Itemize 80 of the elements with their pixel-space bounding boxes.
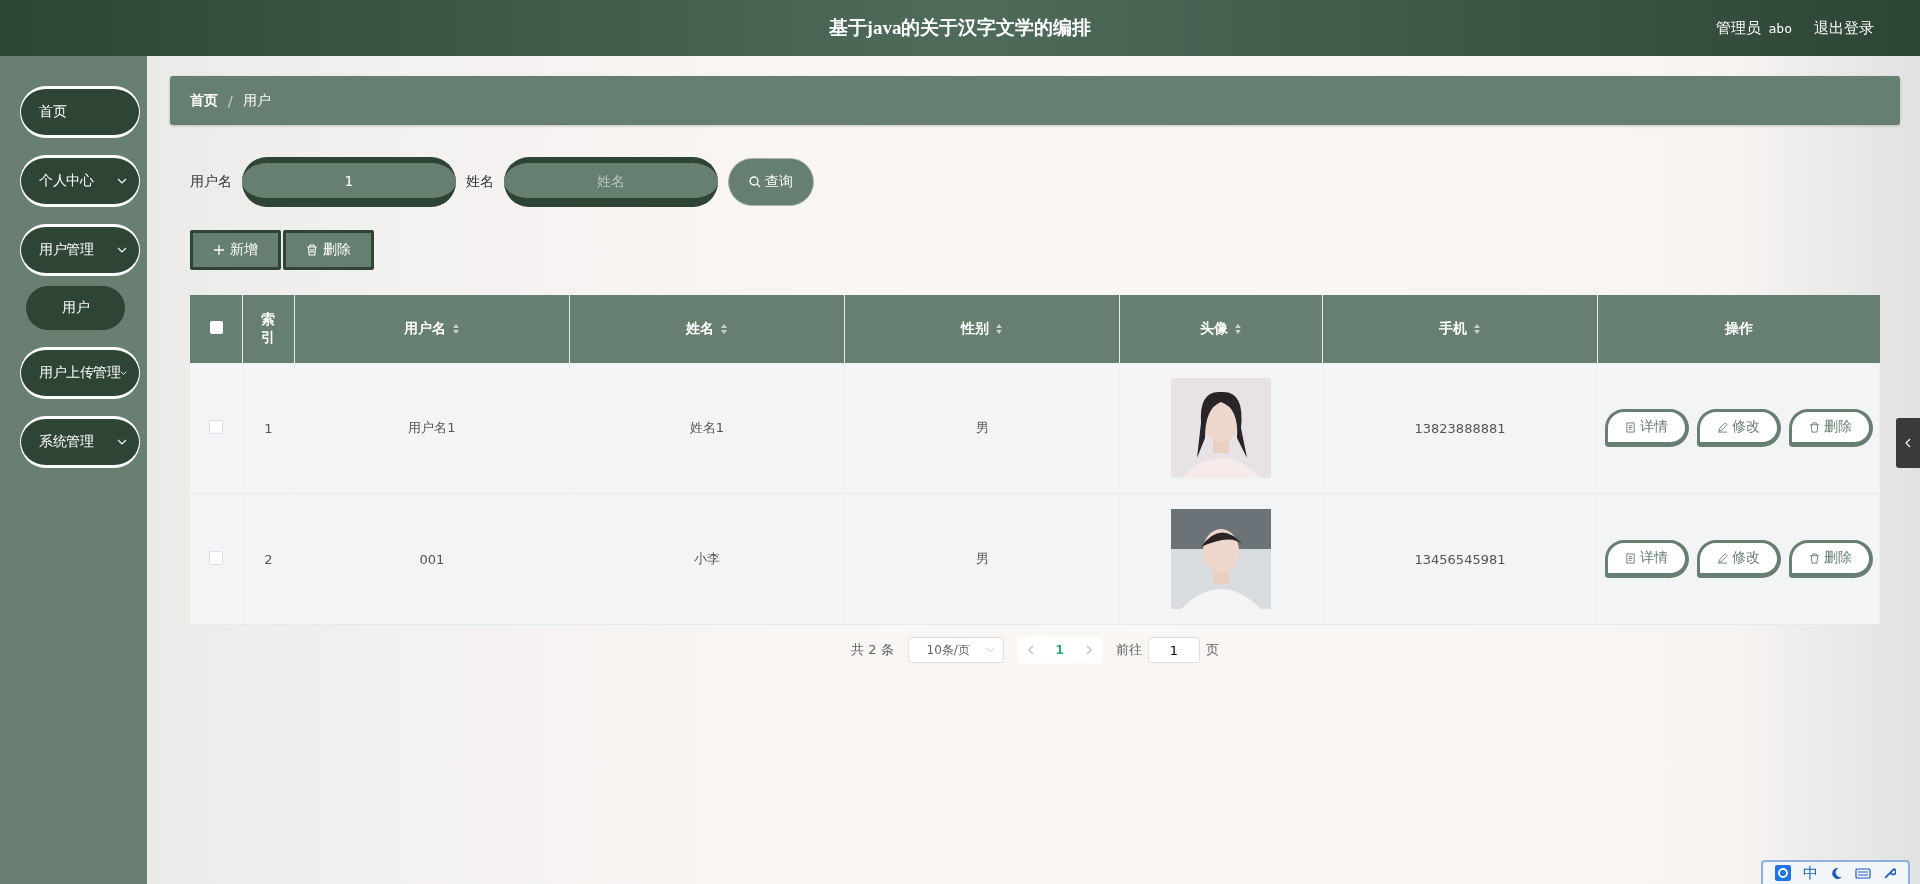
table-cell: 1 [264, 420, 273, 436]
pencil-icon [1716, 552, 1728, 564]
sidebar-item[interactable]: 用户管理 [20, 224, 140, 276]
page-size-select[interactable]: 10条/页 [907, 637, 1004, 663]
edit-button[interactable]: 修改 [1696, 540, 1781, 578]
page-number[interactable]: 1 [1049, 642, 1070, 658]
sort-icon [720, 323, 728, 335]
table-cell: 2 [264, 551, 273, 567]
chevron-left-icon [1905, 438, 1911, 448]
trash-icon [306, 244, 318, 256]
input-method-icon[interactable] [1775, 865, 1791, 881]
sidebar-subitem[interactable]: 用户 [26, 286, 125, 330]
sort-icon [452, 323, 460, 335]
document-icon [1624, 552, 1636, 564]
column-header[interactable]: 头像 [1119, 295, 1323, 363]
column-header[interactable]: 姓名 [569, 295, 845, 363]
goto-label: 前往 [1115, 641, 1142, 659]
sidebar-item[interactable]: 个人中心 [20, 155, 140, 207]
language-mode[interactable]: 中 [1803, 863, 1818, 883]
next-page-icon[interactable] [1085, 645, 1092, 655]
chevron-down-icon [120, 370, 127, 376]
sort-icon [995, 323, 1003, 335]
table-cell: 用户名1 [408, 420, 456, 435]
table-cell: 男 [975, 551, 989, 566]
edit-button[interactable]: 修改 [1696, 409, 1781, 447]
sort-icon [1473, 323, 1481, 335]
table-cell: 001 [419, 551, 445, 567]
plus-icon [213, 244, 225, 256]
search-field[interactable]: 姓名 [504, 157, 718, 207]
column-header[interactable]: 手机 [1322, 295, 1598, 363]
column-header: 操作 [1597, 295, 1880, 363]
breadcrumb-link[interactable]: 首页 [190, 91, 218, 110]
total-count: 共 2 条 [851, 641, 894, 659]
sidebar-item[interactable]: 首页 [20, 86, 140, 138]
delete-button[interactable]: 删除 [1788, 540, 1873, 578]
keyboard-icon[interactable] [1855, 867, 1871, 879]
trash-icon [1808, 421, 1820, 433]
goto-page-field[interactable]: 1 [1147, 637, 1200, 663]
table-cell: 姓名1 [689, 420, 725, 435]
search-field[interactable]: 1 [242, 157, 456, 207]
column-header[interactable]: 用户名 [294, 295, 570, 363]
breadcrumb-link[interactable]: 用户 [242, 91, 271, 110]
search-icon [749, 176, 761, 188]
table-cell: 小李 [694, 551, 720, 566]
detail-button[interactable]: 详情 [1604, 540, 1689, 578]
field-label: 姓名 [466, 173, 494, 191]
chevron-down-icon [117, 247, 127, 253]
wrench-icon[interactable] [1883, 866, 1896, 880]
user-name: abo [1768, 20, 1792, 36]
select-all-checkbox[interactable] [209, 321, 223, 334]
sidebar-item[interactable]: 用户上传管理 [20, 347, 140, 399]
document-icon [1624, 421, 1636, 433]
sort-icon [1234, 323, 1242, 335]
field-label: 用户名 [190, 173, 232, 191]
collapse-tab[interactable] [1896, 418, 1920, 468]
previous-page-icon[interactable] [1027, 645, 1034, 655]
trash-icon [1808, 552, 1820, 564]
app-title: 基于java的关于汉字文学的编排 [828, 16, 1092, 40]
goto-suffix: 页 [1205, 641, 1219, 659]
row-checkbox[interactable] [209, 550, 223, 565]
add-button[interactable]: 新增 [190, 230, 281, 270]
logout-link[interactable]: 退出登录 [1814, 18, 1874, 38]
pencil-icon [1716, 421, 1728, 433]
user-role: 管理员 [1715, 18, 1761, 38]
column-header: 索引 [242, 295, 295, 363]
table-cell: 男 [975, 420, 989, 435]
chevron-down-icon [117, 178, 127, 184]
table-cell: 13823888881 [1414, 420, 1506, 436]
breadcrumb-separator: / [228, 92, 233, 109]
chevron-down-icon [117, 439, 127, 445]
detail-button[interactable]: 详情 [1604, 409, 1689, 447]
delete-button[interactable]: 删除 [283, 230, 374, 270]
column-header[interactable]: 性别 [844, 295, 1120, 363]
table-cell: 13456545981 [1414, 551, 1506, 567]
moon-icon[interactable] [1830, 866, 1843, 880]
search-button[interactable]: 查询 [728, 158, 814, 206]
row-checkbox[interactable] [209, 419, 223, 434]
sidebar-item[interactable]: 系统管理 [20, 416, 140, 468]
chevron-down-icon [985, 647, 995, 653]
delete-button[interactable]: 删除 [1788, 409, 1873, 447]
